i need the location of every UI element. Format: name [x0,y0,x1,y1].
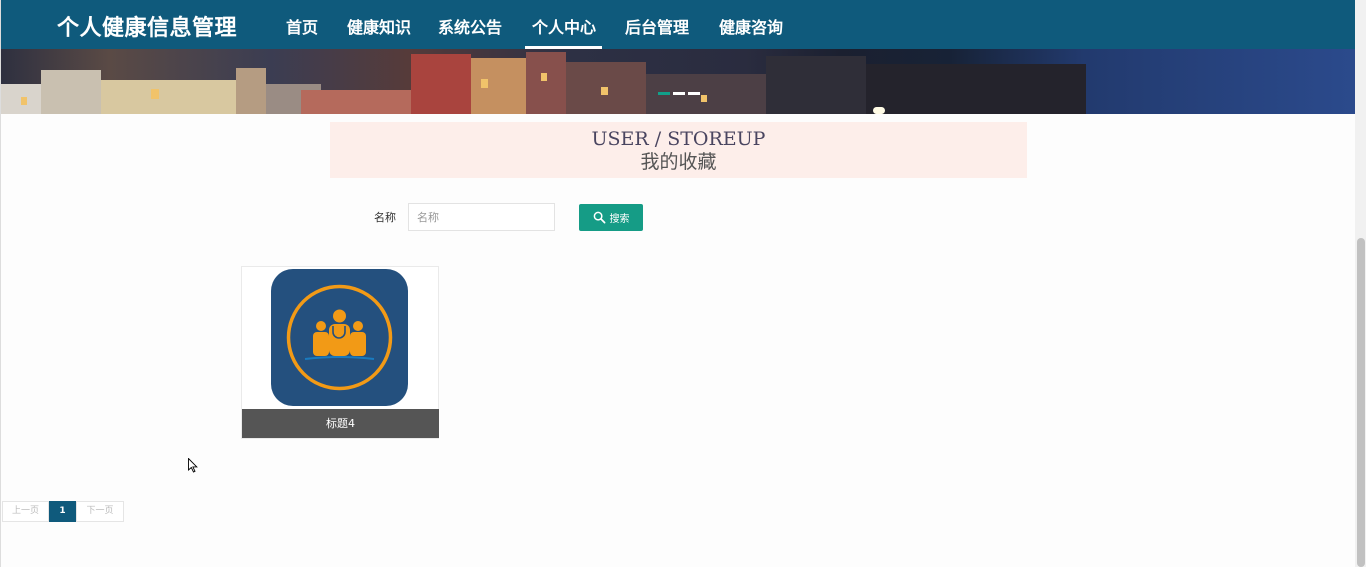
section-title: USER / STOREUP 我的收藏 [330,122,1027,178]
carousel-dot-1[interactable] [658,92,670,95]
page-scrollbar[interactable] [1355,0,1366,567]
scrollbar-thumb[interactable] [1357,238,1365,567]
top-navbar: 个人健康信息管理 首页 健康知识 系统公告 个人中心 后台管理 健康咨询 [1,0,1355,49]
nav-item-health-consult[interactable]: 健康咨询 [719,14,783,38]
favorite-card-caption: 标题4 [242,409,439,438]
nav-item-health-knowledge[interactable]: 健康知识 [347,14,411,38]
search-label: 名称 [374,211,396,224]
carousel-dot-3[interactable] [688,92,700,95]
mouse-cursor-icon [188,458,198,473]
nav-item-personal-center[interactable]: 个人中心 [532,14,596,38]
carousel-dot-2[interactable] [673,92,685,95]
favorite-card[interactable]: 标题4 [241,266,439,439]
search-input[interactable] [408,203,555,231]
section-title-en: USER / STOREUP [591,128,766,150]
nav-item-admin[interactable]: 后台管理 [625,14,689,38]
medical-team-icon [271,269,408,406]
pagination-current-page[interactable]: 1 [49,501,76,522]
search-button[interactable]: 搜索 [579,204,643,231]
pagination-next[interactable]: 下一页 [76,501,124,522]
pagination-prev[interactable]: 上一页 [2,501,49,522]
section-title-cn: 我的收藏 [640,151,717,173]
site-brand[interactable]: 个人健康信息管理 [57,10,237,42]
page: 个人健康信息管理 首页 健康知识 系统公告 个人中心 后台管理 健康咨询 USE… [0,0,1366,567]
nav-item-home[interactable]: 首页 [286,14,318,38]
banner-carousel[interactable] [1,49,1355,114]
search-icon [593,211,605,224]
nav-item-announcements[interactable]: 系统公告 [438,14,502,38]
search-button-label: 搜索 [609,214,630,225]
pagination: 上一页 1 下一页 [2,501,124,522]
